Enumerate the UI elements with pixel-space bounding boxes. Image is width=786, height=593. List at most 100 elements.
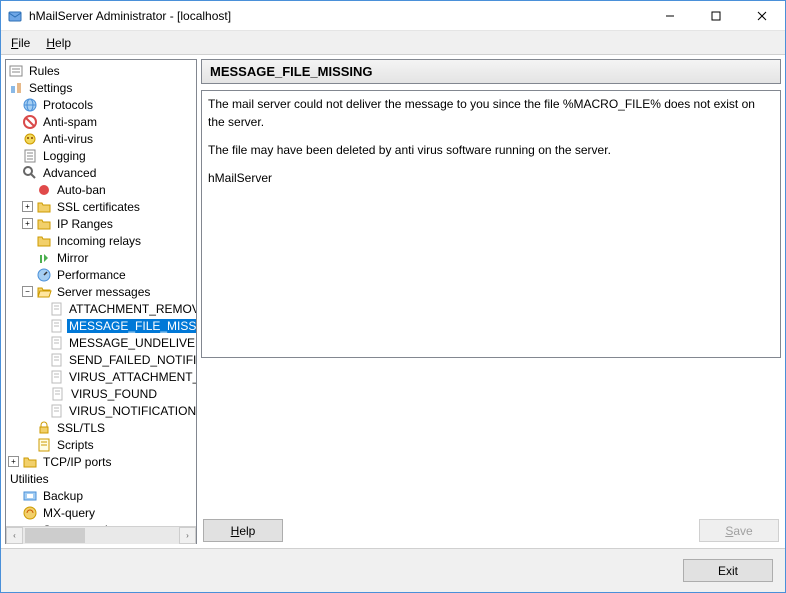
tree-item-label: Protocols	[41, 98, 95, 112]
tree-item-label: Settings	[27, 81, 74, 95]
tree-item-advanced[interactable]: Advanced	[6, 164, 196, 181]
panel-heading: MESSAGE_FILE_MISSING	[201, 59, 781, 84]
tree-item-backup[interactable]: Backup	[6, 487, 196, 504]
tree-item-mxquery[interactable]: MX-query	[6, 504, 196, 521]
document-icon	[50, 369, 64, 385]
document-icon	[50, 335, 64, 351]
menu-file[interactable]: File	[11, 36, 30, 50]
tree-item-mirror[interactable]: Mirror	[6, 249, 196, 266]
mirror-icon	[36, 250, 52, 266]
tree-item-settings[interactable]: Settings	[6, 79, 196, 96]
tree-item-label: TCP/IP ports	[41, 455, 113, 469]
tree-item-sm-sendfail[interactable]: SEND_FAILED_NOTIFICATION	[6, 351, 196, 368]
scroll-right-button[interactable]: ›	[179, 527, 196, 544]
client-area: Rules Settings Protocols Anti-spam Anti-…	[1, 55, 785, 548]
horizontal-scrollbar[interactable]: ‹ ›	[6, 526, 196, 543]
tree-item-label: Performance	[55, 268, 128, 282]
tree-item-sm-virusfound[interactable]: VIRUS_FOUND	[6, 385, 196, 402]
message-line: hMailServer	[208, 169, 774, 187]
tree-item-ip-ranges[interactable]: + IP Ranges	[6, 215, 196, 232]
scroll-thumb[interactable]	[25, 528, 85, 543]
tree-item-label: VIRUS_NOTIFICATION	[67, 404, 196, 418]
tree-item-label: SSL/TLS	[55, 421, 107, 435]
menubar: File Help	[1, 31, 785, 55]
exit-button[interactable]: Exit	[683, 559, 773, 582]
logging-icon	[22, 148, 38, 164]
window-title: hMailServer Administrator - [localhost]	[29, 9, 647, 23]
document-icon	[50, 301, 64, 317]
tree-item-label: IP Ranges	[55, 217, 115, 231]
tree-item-utilities[interactable]: Utilities	[6, 470, 196, 487]
tree-item-sm-virusnotif[interactable]: VIRUS_NOTIFICATION	[6, 402, 196, 419]
search-icon	[22, 165, 38, 181]
spacer	[201, 364, 781, 511]
tree-item-label: SEND_FAILED_NOTIFICATION	[67, 353, 196, 367]
scroll-track[interactable]	[23, 527, 179, 544]
tree-item-label: Logging	[41, 149, 88, 163]
tree-item-sm-attachment[interactable]: ATTACHMENT_REMOVED	[6, 300, 196, 317]
settings-icon	[8, 80, 24, 96]
titlebar: hMailServer Administrator - [localhost]	[1, 1, 785, 31]
document-icon	[50, 386, 66, 402]
tree-item-label: Mirror	[55, 251, 90, 265]
tree-item-label: Auto-ban	[55, 183, 108, 197]
panel-button-row: Help Save	[201, 517, 781, 544]
tree-item-label: Utilities	[8, 472, 51, 486]
tree-item-scripts[interactable]: Scripts	[6, 436, 196, 453]
tree-item-label: VIRUS_ATTACHMENT_REMOVED	[67, 370, 196, 384]
tree-view[interactable]: Rules Settings Protocols Anti-spam Anti-…	[6, 60, 196, 526]
tree-item-sm-virusatt[interactable]: VIRUS_ATTACHMENT_REMOVED	[6, 368, 196, 385]
scroll-left-button[interactable]: ‹	[6, 527, 23, 544]
tree-item-label: Server messages	[55, 285, 152, 299]
autoban-icon	[36, 182, 52, 198]
tree-item-tcpip-ports[interactable]: + TCP/IP ports	[6, 453, 196, 470]
folder-icon	[36, 199, 52, 215]
tree-item-server-messages[interactable]: − Server messages	[6, 283, 196, 300]
close-button[interactable]	[739, 1, 785, 31]
help-button[interactable]: Help	[203, 519, 283, 542]
message-line: The file may have been deleted by anti v…	[208, 141, 774, 159]
tree-item-ssl-certs[interactable]: + SSL certificates	[6, 198, 196, 215]
tree-item-antivirus[interactable]: Anti-virus	[6, 130, 196, 147]
backup-icon	[22, 488, 38, 504]
menu-help[interactable]: Help	[46, 36, 71, 50]
expander[interactable]: −	[22, 286, 33, 297]
folder-open-icon	[36, 284, 52, 300]
tree-item-performance[interactable]: Performance	[6, 266, 196, 283]
performance-icon	[36, 267, 52, 283]
tree-item-label: Backup	[41, 489, 85, 503]
tree-item-incoming-relays[interactable]: Incoming relays	[6, 232, 196, 249]
tree-item-label: VIRUS_FOUND	[69, 387, 159, 401]
tree-item-label: Scripts	[55, 438, 96, 452]
tree-item-label: SSL certificates	[55, 200, 142, 214]
antivirus-icon	[22, 131, 38, 147]
expander[interactable]: +	[8, 456, 19, 467]
minimize-button[interactable]	[647, 1, 693, 31]
tree-item-rules[interactable]: Rules	[6, 62, 196, 79]
bottom-bar: Exit	[1, 548, 785, 592]
tree-panel: Rules Settings Protocols Anti-spam Anti-…	[5, 59, 197, 544]
document-icon	[50, 352, 64, 368]
tree-item-ssl-tls[interactable]: SSL/TLS	[6, 419, 196, 436]
message-line: The mail server could not deliver the me…	[208, 95, 774, 131]
folder-icon	[22, 454, 38, 470]
lock-icon	[36, 420, 52, 436]
expander[interactable]: +	[22, 201, 33, 212]
tree-item-logging[interactable]: Logging	[6, 147, 196, 164]
document-icon	[50, 318, 64, 334]
tree-item-label: MESSAGE_FILE_MISSING	[67, 319, 196, 333]
tree-item-antispam[interactable]: Anti-spam	[6, 113, 196, 130]
tree-item-label: Anti-spam	[41, 115, 99, 129]
tree-item-protocols[interactable]: Protocols	[6, 96, 196, 113]
tree-item-sm-missing[interactable]: MESSAGE_FILE_MISSING	[6, 317, 196, 334]
message-text-area[interactable]: The mail server could not deliver the me…	[201, 90, 781, 358]
tree-item-label: ATTACHMENT_REMOVED	[67, 302, 196, 316]
tree-item-sm-undeliv[interactable]: MESSAGE_UNDELIVERABLE	[6, 334, 196, 351]
tree-item-label: MESSAGE_UNDELIVERABLE	[67, 336, 196, 350]
expander[interactable]: +	[22, 218, 33, 229]
tree-item-autoban[interactable]: Auto-ban	[6, 181, 196, 198]
scripts-icon	[36, 437, 52, 453]
protocols-icon	[22, 97, 38, 113]
folder-icon	[36, 233, 52, 249]
maximize-button[interactable]	[693, 1, 739, 31]
